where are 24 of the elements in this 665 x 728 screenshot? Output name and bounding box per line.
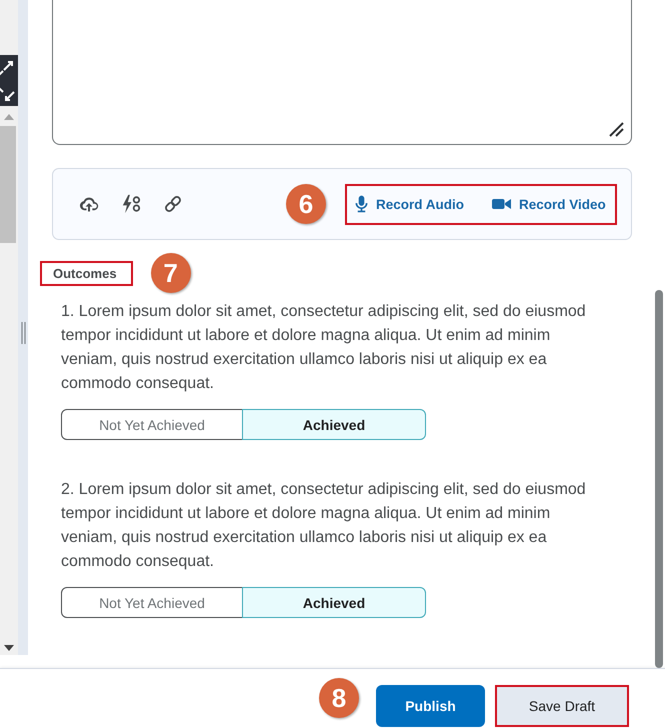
resize-handle-icon[interactable]: [607, 120, 625, 138]
expand-icon[interactable]: [0, 55, 18, 106]
outcomes-heading: Outcomes: [53, 266, 117, 280]
scrollbar-thumb[interactable]: [0, 126, 16, 243]
grip-icon[interactable]: [20, 322, 26, 344]
callout-marker: 8: [319, 678, 359, 718]
callout-marker: 6: [286, 184, 326, 224]
achievement-option[interactable]: Achieved: [242, 587, 426, 618]
callout-marker: 7: [150, 253, 191, 293]
scrollbar-thumb[interactable]: [655, 290, 663, 668]
outcome-description: 2. Lorem ipsum dolor sit amet, consectetur adipiscing elit, sed do eiusmod tempor incididunt ut labore et dolore magna aliqua. Ut enim ad minim veniam, quis nostrud exercitation ullamco laboris nisi ut aliquip ex ea commodo consequat.: [61, 480, 587, 572]
save-draft-button[interactable]: Save Draft: [495, 685, 629, 727]
record-button[interactable]: Record Video: [492, 196, 606, 212]
caret-down-icon[interactable]: [4, 645, 14, 651]
video-camera-icon: [492, 197, 512, 211]
record-button[interactable]: Record Audio: [355, 195, 464, 213]
achievement-option[interactable]: Achieved: [242, 409, 426, 440]
achievement-option[interactable]: Not Yet Achieved: [61, 587, 243, 618]
microphone-icon: [355, 195, 368, 213]
link-icon[interactable]: [163, 194, 183, 214]
publish-button[interactable]: Publish: [376, 685, 485, 727]
bolt-link-icon[interactable]: [121, 194, 141, 214]
outcome-description: 1. Lorem ipsum dolor sit amet, consectetur adipiscing elit, sed do eiusmod tempor incididunt ut labore et dolore magna aliqua. Ut enim ad minim veniam, quis nostrud exercitation ullamco laboris nisi ut aliquip ex ea commodo consequat.: [61, 302, 587, 394]
achievement-option[interactable]: Not Yet Achieved: [61, 409, 243, 440]
